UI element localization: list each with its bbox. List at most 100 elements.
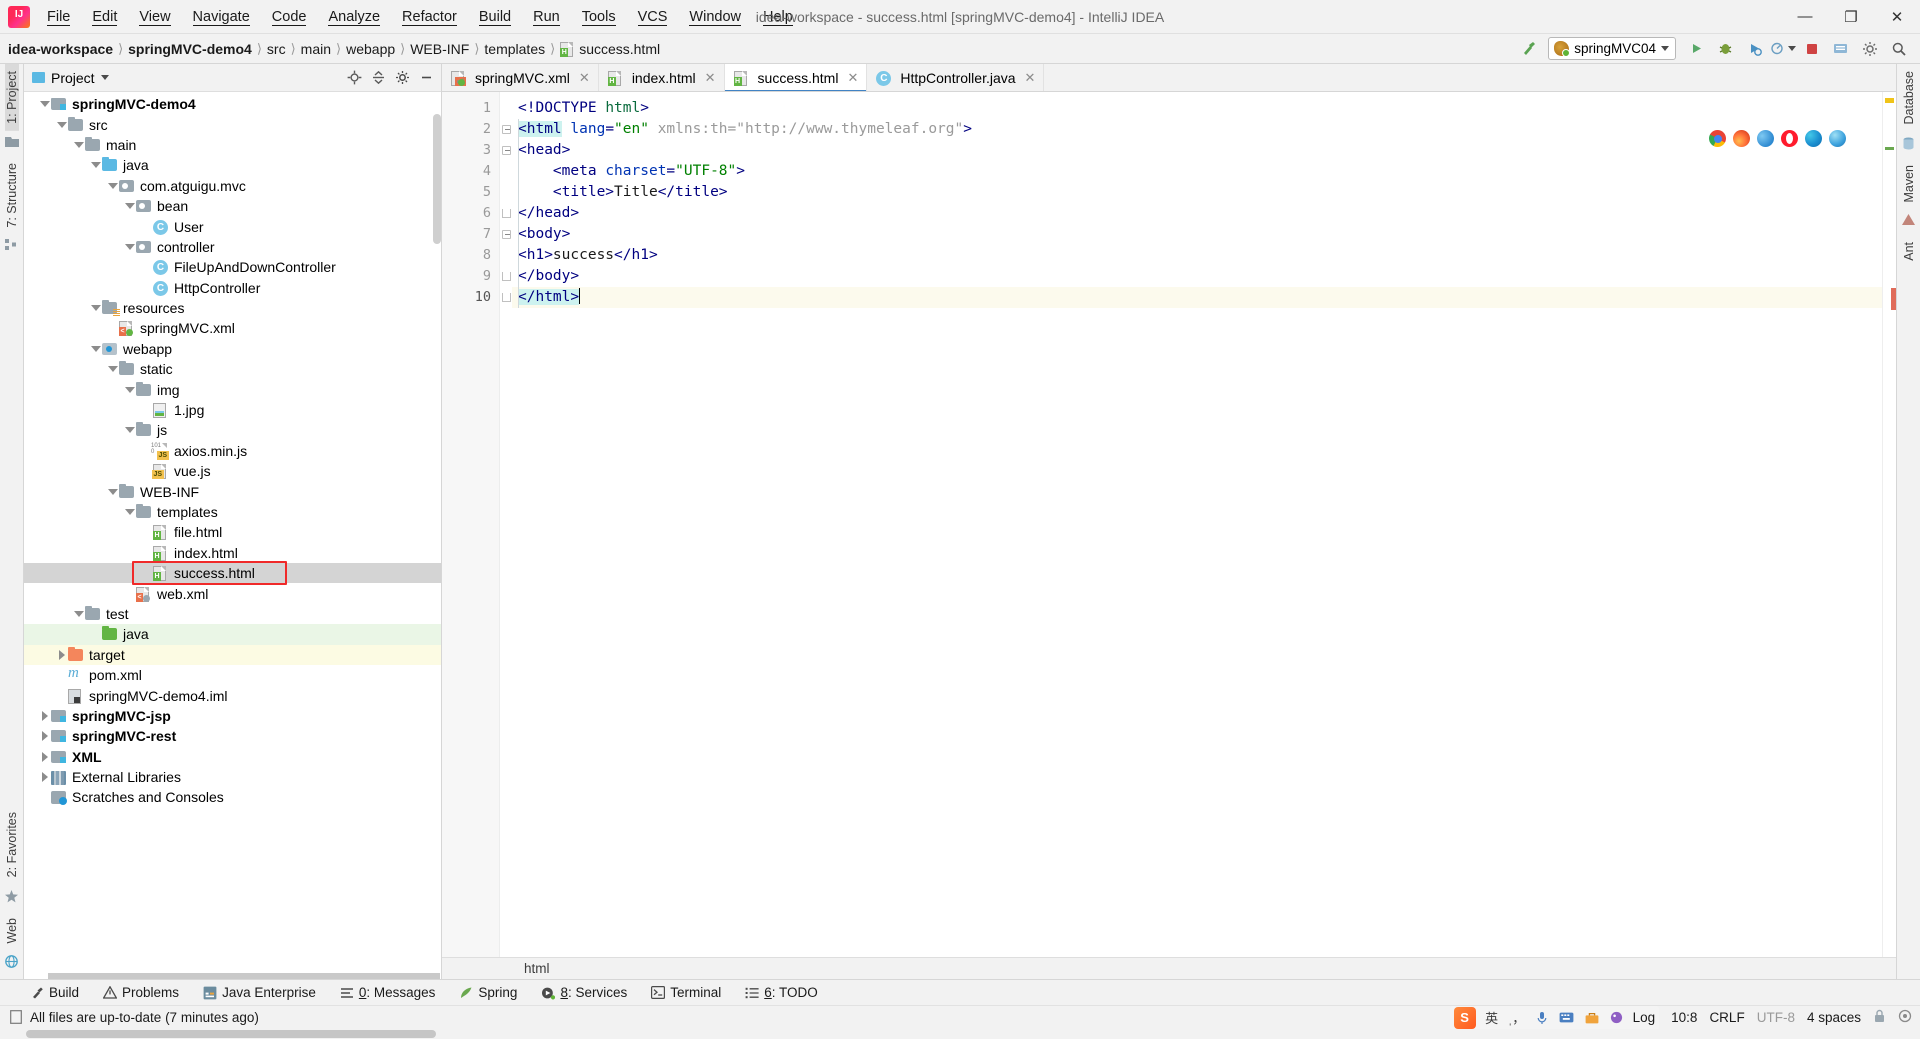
fold-region-end-icon[interactable]	[500, 266, 512, 287]
tree-node-java[interactable]: java	[24, 624, 441, 645]
breadcrumb-item-springmvc-demo4[interactable]: springMVC-demo4	[128, 41, 252, 57]
maximize-button[interactable]: ❐	[1828, 0, 1874, 33]
inspections-icon[interactable]	[1898, 1009, 1912, 1026]
expand-arrow-down-icon[interactable]	[55, 121, 68, 128]
edge-legacy-browser-icon[interactable]	[1757, 130, 1774, 147]
hammer-build-icon[interactable]	[1515, 37, 1541, 61]
expand-arrow-down-icon[interactable]	[106, 182, 119, 189]
search-everywhere-icon[interactable]	[1886, 37, 1912, 61]
expand-arrow-down-icon[interactable]	[123, 509, 136, 515]
menu-code[interactable]: Code	[261, 5, 318, 29]
tree-node-springmvc-demo4-iml[interactable]: springMVC-demo4.iml	[24, 685, 441, 705]
fold-region-end-icon[interactable]	[500, 287, 512, 308]
locate-icon[interactable]	[343, 67, 365, 89]
run-coverage-icon[interactable]	[1741, 37, 1767, 61]
tree-node-springmvc-jsp[interactable]: springMVC-jsp	[24, 706, 441, 726]
microphone-icon[interactable]	[1533, 1009, 1551, 1027]
menu-analyze[interactable]: Analyze	[317, 5, 391, 29]
tree-node-controller[interactable]: controller	[24, 237, 441, 257]
profiler-icon[interactable]	[1770, 37, 1796, 61]
ime-punctuation-icon[interactable]: ˌ，	[1508, 1009, 1526, 1027]
tree-node-test[interactable]: test	[24, 604, 441, 624]
expand-arrow-down-icon[interactable]	[89, 305, 102, 312]
settings-icon[interactable]	[1857, 37, 1883, 61]
tool-window-button-java-enterprise[interactable]: Java Enterprise	[199, 983, 320, 1002]
fold-collapse-icon[interactable]	[500, 224, 512, 245]
menu-refactor[interactable]: Refactor	[391, 5, 468, 29]
expand-arrow-down-icon[interactable]	[89, 345, 102, 352]
fold-collapse-icon[interactable]	[500, 119, 512, 140]
stop-icon[interactable]	[1799, 37, 1825, 61]
tree-node-fileupanddowncontroller[interactable]: FileUpAndDownController	[24, 257, 441, 277]
tree-node-static[interactable]: static	[24, 359, 441, 379]
close-button[interactable]: ✕	[1874, 0, 1920, 33]
vcs-change-marker[interactable]	[1885, 147, 1894, 150]
menu-window[interactable]: Window	[678, 5, 752, 29]
line-number[interactable]: 4	[442, 161, 499, 182]
project-pane-title-group[interactable]: Project	[28, 70, 109, 86]
debug-icon[interactable]	[1712, 37, 1738, 61]
close-tab-icon[interactable]: ✕	[579, 70, 590, 86]
tree-node-vue-js[interactable]: JS vue.js	[24, 461, 441, 481]
editor-tab-springmvc-xml[interactable]: < springMVC.xml ✕	[442, 64, 599, 91]
menu-tools[interactable]: Tools	[571, 5, 627, 29]
fold-region-end-icon[interactable]	[500, 203, 512, 224]
tool-window-button-spring[interactable]: Spring	[455, 983, 521, 1002]
tree-node-com-atguigu-mvc[interactable]: com.atguigu.mvc	[24, 176, 441, 196]
ime-log-label[interactable]: Log	[1633, 1010, 1656, 1025]
tree-node-user[interactable]: User	[24, 216, 441, 236]
edge-browser-icon[interactable]	[1805, 130, 1822, 147]
tree-node-httpcontroller[interactable]: HttpController	[24, 278, 441, 298]
tree-node-xml[interactable]: XML	[24, 747, 441, 767]
tool-window-button-6-todo[interactable]: 6: TODO	[741, 983, 822, 1002]
menu-view[interactable]: View	[128, 5, 181, 29]
expand-arrow-down-icon[interactable]	[72, 610, 85, 617]
menu-help[interactable]: Help	[752, 5, 804, 29]
tree-node-img[interactable]: img	[24, 379, 441, 399]
horizontal-scrollbar-area[interactable]	[0, 1029, 1920, 1039]
breadcrumb-item-main[interactable]: main	[301, 41, 331, 57]
sidebar-tab-web[interactable]: Web	[5, 911, 19, 950]
warning-marker[interactable]	[1885, 98, 1894, 103]
close-tab-icon[interactable]: ✕	[705, 70, 716, 86]
tree-node-bean[interactable]: bean	[24, 196, 441, 216]
tree-horizontal-scrollbar[interactable]	[48, 973, 440, 979]
scrollbar-thumb[interactable]	[26, 1030, 436, 1038]
line-number[interactable]: 3	[442, 140, 499, 161]
skin-icon[interactable]	[1608, 1009, 1626, 1027]
fold-collapse-icon[interactable]	[500, 140, 512, 161]
tree-node-1-jpg[interactable]: 1.jpg	[24, 400, 441, 420]
breadcrumb-item-webapp[interactable]: webapp	[346, 41, 395, 57]
editor-breadcrumb-bar[interactable]: html	[442, 957, 1896, 979]
keyboard-icon[interactable]	[1558, 1009, 1576, 1027]
tree-node-main[interactable]: main	[24, 135, 441, 155]
tree-node-springmvc-demo4[interactable]: springMVC-demo4	[24, 94, 441, 114]
tree-node-file-html[interactable]: Hfile.html	[24, 522, 441, 542]
menu-navigate[interactable]: Navigate	[182, 5, 261, 29]
line-number[interactable]: 2	[442, 119, 499, 140]
tree-node-web-xml[interactable]: < web.xml	[24, 583, 441, 603]
expand-arrow-down-icon[interactable]	[123, 427, 136, 434]
expand-arrow-down-icon[interactable]	[38, 101, 51, 108]
tree-vertical-scrollbar[interactable]	[433, 114, 441, 244]
menu-file[interactable]: File	[36, 5, 81, 29]
sogou-input-icon[interactable]	[1453, 1006, 1476, 1029]
tool-window-button-0-messages[interactable]: 0: Messages	[336, 983, 440, 1002]
expand-arrow-down-icon[interactable]	[72, 141, 85, 148]
caret-position[interactable]: 10:8	[1671, 1010, 1697, 1025]
chrome-browser-icon[interactable]	[1709, 130, 1726, 147]
tree-node-webapp[interactable]: webapp	[24, 339, 441, 359]
tree-node-success-html[interactable]: Hsuccess.html	[24, 562, 441, 584]
line-number[interactable]: 1	[442, 98, 499, 119]
tree-node-index-html[interactable]: Hindex.html	[24, 543, 441, 563]
menu-run[interactable]: Run	[522, 5, 571, 29]
tool-window-button-build[interactable]: Build	[26, 983, 83, 1002]
project-tree[interactable]: springMVC-demo4 src main java com.atguigu.mv…	[24, 92, 441, 979]
sidebar-tab-ant[interactable]: Ant	[1902, 235, 1916, 268]
run-configuration-selector[interactable]: springMVC04	[1548, 37, 1676, 60]
line-number[interactable]: 9	[442, 266, 499, 287]
expand-arrow-right-icon[interactable]	[38, 772, 51, 783]
line-number[interactable]: 6	[442, 203, 499, 224]
expand-arrow-right-icon[interactable]	[38, 710, 51, 721]
line-number[interactable]: 5	[442, 182, 499, 203]
